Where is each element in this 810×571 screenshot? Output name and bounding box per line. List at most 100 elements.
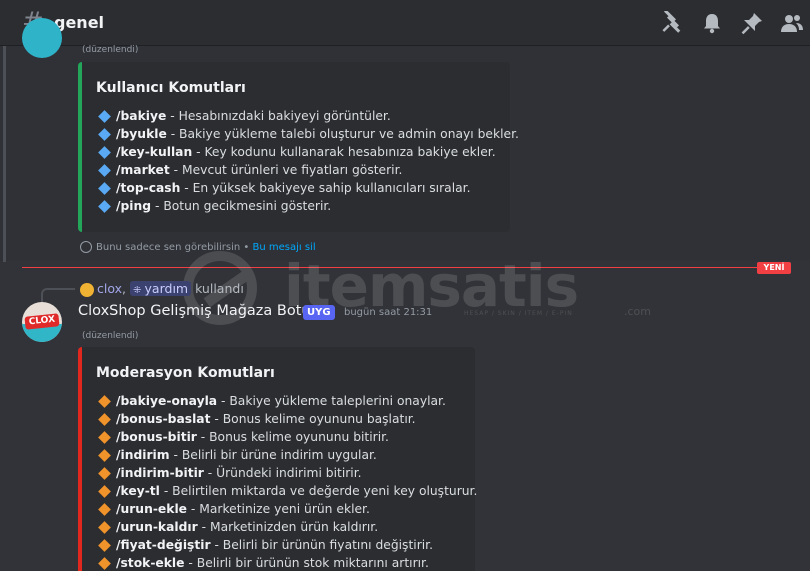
command-name: /bonus-bitir <box>116 430 197 444</box>
embed-title: Moderasyon Komutları <box>96 365 275 381</box>
reply-used-text: kullandı <box>195 281 244 296</box>
message-timestamp[interactable]: bugün saat 21:31 <box>344 307 432 318</box>
command-name: /bakiye <box>116 109 167 123</box>
command-line: /key-tl - Belirtilen miktarda ve değerde… <box>98 484 477 498</box>
new-messages-divider <box>22 267 762 268</box>
ephemeral-text: Bunu sadece sen görebilirsin <box>96 242 241 253</box>
command-description: - Marketinizden ürün kaldırır. <box>197 520 379 534</box>
command-description: - Belirtilen miktarda ve değerde yeni ke… <box>159 484 478 498</box>
command-description: - Hesabınızdaki bakiyeyi görüntüler. <box>166 109 391 123</box>
edited-label: (düzenlendi) <box>82 45 139 55</box>
command-name: /market <box>116 163 170 177</box>
diamond-icon <box>98 163 111 177</box>
command-description: - Belirli bir ürünün fiyatını değiştirir… <box>210 538 434 552</box>
members-icon[interactable] <box>780 11 804 35</box>
diamond-icon <box>98 199 111 213</box>
command-line: /urun-kaldır - Marketinizden ürün kaldır… <box>98 520 378 534</box>
diamond-icon <box>98 145 111 159</box>
diamond-icon <box>98 466 111 480</box>
command-name: /fiyat-değiştir <box>116 538 211 552</box>
command-line: /top-cash - En yüksek bakiyeye sahip kul… <box>98 181 470 195</box>
command-name: /stok-ekle <box>116 556 185 570</box>
command-name: /key-tl <box>116 484 160 498</box>
moderation-commands-embed: Moderasyon Komutları /bakiye-onayla - Ba… <box>78 347 477 571</box>
diamond-icon <box>98 109 111 123</box>
diamond-icon <box>98 448 111 462</box>
command-description: - Bonus kelime oyununu bitirir. <box>196 430 389 444</box>
reply-username[interactable]: clox <box>97 281 122 296</box>
command-description: - Bonus kelime oyununu başlatır. <box>210 412 416 426</box>
reply-separator: , <box>122 281 130 296</box>
command-line: /urun-ekle - Marketinize yeni ürün ekler… <box>98 502 370 516</box>
channel-header: # genel <box>0 0 810 46</box>
bot-author-name[interactable]: CloxShop Gelişmiş Mağaza Botu <box>78 303 311 319</box>
command-line: /indirim-bitir - Üründeki indirimi bitir… <box>98 466 362 480</box>
diamond-icon <box>98 502 111 516</box>
command-description: - Üründeki indirimi bitirir. <box>203 466 362 480</box>
diamond-icon <box>98 538 111 552</box>
diamond-icon <box>98 484 111 498</box>
new-badge: YENİ <box>757 262 791 274</box>
command-name: yardım <box>144 281 189 296</box>
command-line: /bonus-bitir - Bonus kelime oyununu biti… <box>98 430 389 444</box>
interaction-reply[interactable]: clox, ⁜ yardım kullandı <box>80 281 244 297</box>
channel-name: genel <box>54 13 105 32</box>
command-description: - Key kodunu kullanarak hesabınıza bakiy… <box>192 145 496 159</box>
command-name: /urun-kaldır <box>116 520 198 534</box>
separator: • <box>240 242 253 253</box>
pin-icon[interactable] <box>740 11 764 35</box>
command-line: /fiyat-değiştir - Belirli bir ürünün fiy… <box>98 538 433 552</box>
bot-avatar[interactable]: CLOX <box>22 302 62 342</box>
diamond-icon <box>98 556 111 570</box>
command-description: - Marketinize yeni ürün ekler. <box>187 502 370 516</box>
command-description: - Belirli bir ürüne indirim uygular. <box>169 448 377 462</box>
command-name: /indirim <box>116 448 170 462</box>
diamond-icon <box>98 127 111 141</box>
edited-label: (düzenlendi) <box>82 331 139 341</box>
app-badge: UYG <box>303 305 335 320</box>
user-commands-embed: Kullanıcı Komutları /bakiye - Hesabınızd… <box>78 62 519 232</box>
command-name: /bonus-baslat <box>116 412 211 426</box>
command-line: /indirim - Belirli bir ürüne indirim uyg… <box>98 448 377 462</box>
command-name: /key-kullan <box>116 145 193 159</box>
command-description: - Bakiye yükleme talebi oluşturur ve adm… <box>166 127 519 141</box>
command-description: - Mevcut ürünleri ve fiyatları gösterir. <box>169 163 403 177</box>
bell-icon[interactable] <box>700 11 724 35</box>
command-description: - Belirli bir ürünün stok miktarını artı… <box>184 556 429 570</box>
command-name: /bakiye-onayla <box>116 394 218 408</box>
command-description: - Botun gecikmesini gösterir. <box>151 199 332 213</box>
ephemeral-bar <box>3 46 6 262</box>
command-name: /indirim-bitir <box>116 466 204 480</box>
command-description: - Bakiye yükleme taleplerini onaylar. <box>217 394 446 408</box>
command-line: /stok-ekle - Belirli bir ürünün stok mik… <box>98 556 429 570</box>
command-line: /ping - Botun gecikmesini gösterir. <box>98 199 331 213</box>
command-line: /key-kullan - Key kodunu kullanarak hesa… <box>98 145 496 159</box>
diamond-icon <box>98 412 111 426</box>
slash-command-mention[interactable]: ⁜ yardım <box>129 281 192 296</box>
avatar[interactable] <box>22 18 62 58</box>
command-line: /byukle - Bakiye yükleme talebi oluşturu… <box>98 127 519 141</box>
command-name: /top-cash <box>116 181 181 195</box>
diamond-icon <box>98 181 111 195</box>
diamond-icon <box>98 394 111 408</box>
user-avatar-small <box>80 282 94 297</box>
ephemeral-notice: Bunu sadece sen görebilirsin • Bu mesajı… <box>80 241 316 253</box>
command-description: - En yüksek bakiyeye sahip kullanıcıları… <box>180 181 471 195</box>
watermark-subtext: HESAP / SKIN / ITEM / E-PIN <box>464 310 573 317</box>
command-name: /ping <box>116 199 152 213</box>
command-line: /bakiye - Hesabınızdaki bakiyeyi görüntü… <box>98 109 391 123</box>
command-line: /bonus-baslat - Bonus kelime oyununu baş… <box>98 412 416 426</box>
watermark-domain: .com <box>624 305 651 318</box>
delete-message-link[interactable]: Bu mesajı sil <box>253 242 316 253</box>
threads-icon[interactable] <box>660 9 684 35</box>
eye-icon <box>80 241 92 253</box>
command-icon: ⁜ <box>132 285 145 296</box>
reply-connector <box>41 288 75 302</box>
command-name: /urun-ekle <box>116 502 187 516</box>
command-name: /byukle <box>116 127 167 141</box>
diamond-icon <box>98 520 111 534</box>
diamond-icon <box>98 430 111 444</box>
embed-title: Kullanıcı Komutları <box>96 80 246 96</box>
command-line: /market - Mevcut ürünleri ve fiyatları g… <box>98 163 402 177</box>
command-line: /bakiye-onayla - Bakiye yükleme talepler… <box>98 394 446 408</box>
